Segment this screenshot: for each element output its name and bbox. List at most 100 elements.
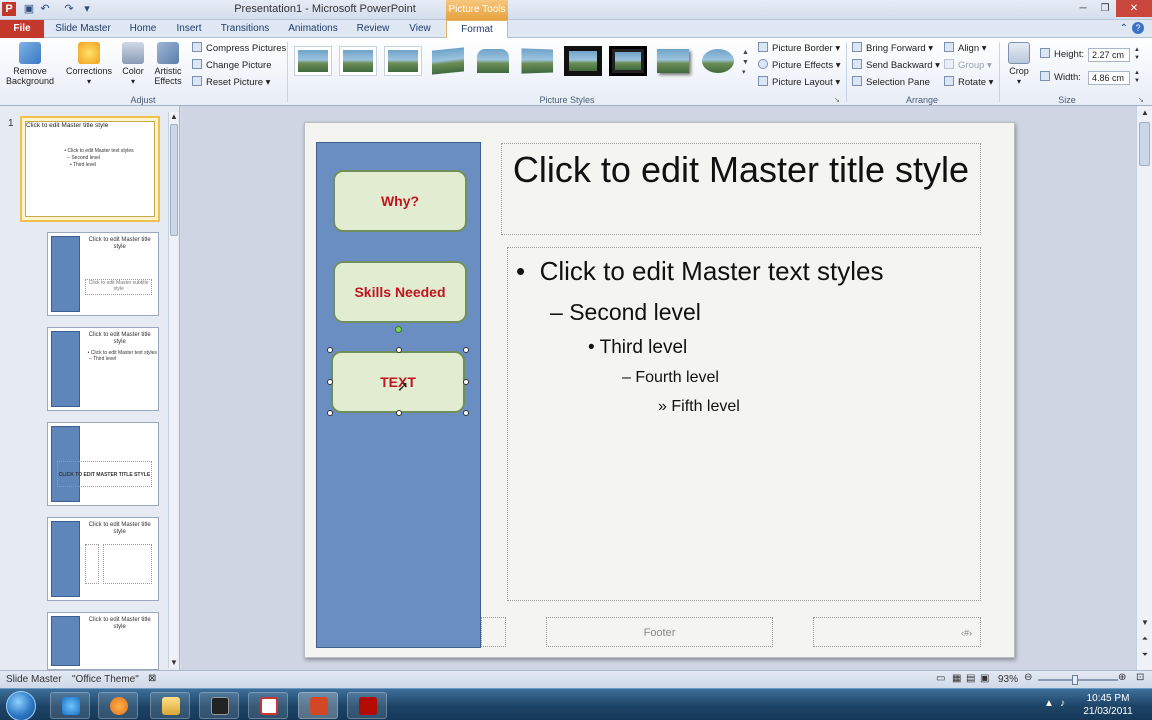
title-placeholder[interactable]: Click to edit Master title style <box>501 143 981 235</box>
zoom-slider-thumb[interactable] <box>1072 675 1078 685</box>
start-button-icon[interactable] <box>6 691 36 720</box>
thumbnail-layout-3[interactable]: Click to edit Master title style • Click… <box>47 327 159 411</box>
taskbar-explorer[interactable] <box>150 692 190 719</box>
remove-background-button[interactable]: Remove Background <box>4 42 56 86</box>
close-icon[interactable]: ✕ <box>1116 0 1152 17</box>
normal-view-icon[interactable]: ▭ <box>936 673 945 684</box>
thumbnail-layout-2[interactable]: Click to edit Master title style Click t… <box>47 232 159 316</box>
tab-transitions[interactable]: Transitions <box>214 20 276 38</box>
picture-layout-button[interactable]: Picture Layout ▾ <box>758 76 840 90</box>
rotate-button[interactable]: Rotate ▾ <box>944 76 993 90</box>
body-placeholder[interactable]: • Click to edit Master text styles – Sec… <box>507 247 981 601</box>
picture-style-8[interactable] <box>609 46 647 76</box>
thumbnail-layout-5[interactable]: Click to edit Master title style <box>47 517 159 601</box>
reset-picture-button[interactable]: Reset Picture ▾ <box>192 76 270 90</box>
resize-handle[interactable] <box>396 347 402 353</box>
group-button[interactable]: Group ▾ <box>944 59 992 73</box>
taskbar-app-mr[interactable] <box>199 692 239 719</box>
minimize-icon[interactable]: ─ <box>1072 0 1094 17</box>
scroll-down-icon[interactable]: ▼ <box>1137 618 1152 627</box>
compress-pictures-button[interactable]: Compress Pictures <box>192 42 286 56</box>
slide-sorter-icon[interactable]: ▦ <box>952 673 961 684</box>
nav-box-skills-needed[interactable]: Skills Needed <box>333 261 467 323</box>
picture-border-button[interactable]: Picture Border ▾ <box>758 42 840 56</box>
canvas-scrollbar[interactable]: ▲ ▼ ⏶ ⏷ <box>1136 106 1152 670</box>
thumbnail-scrollbar[interactable]: ▲ ▼ <box>168 112 178 668</box>
zoom-out-icon[interactable]: ⊖ <box>1024 672 1032 683</box>
tab-file[interactable]: File <box>0 20 44 38</box>
page-number-placeholder[interactable]: ‹#› <box>813 617 981 647</box>
taskbar-clock[interactable]: 10:45 PM 21/03/2011 <box>1078 692 1138 718</box>
resize-handle[interactable] <box>327 379 333 385</box>
rotation-handle[interactable] <box>395 326 402 333</box>
resize-handle[interactable] <box>463 347 469 353</box>
picture-style-9[interactable] <box>654 46 692 76</box>
resize-handle[interactable] <box>327 410 333 416</box>
color-button[interactable]: Color ▾ <box>118 42 148 87</box>
tab-review[interactable]: Review <box>350 20 396 38</box>
scroll-down-icon[interactable]: ▼ <box>169 658 179 667</box>
picture-style-2[interactable] <box>339 46 377 76</box>
next-slide-icon[interactable]: ⏷ <box>1137 650 1152 660</box>
picture-style-3[interactable] <box>384 46 422 76</box>
resize-handle[interactable] <box>396 410 402 416</box>
width-input[interactable]: 4.86 cm <box>1088 71 1130 85</box>
send-backward-button[interactable]: Send Backward ▾ <box>852 59 940 73</box>
spell-check-icon[interactable]: ⊠ <box>148 673 156 684</box>
zoom-in-icon[interactable]: ⊕ <box>1118 672 1126 683</box>
tab-slide-master[interactable]: Slide Master <box>50 20 116 38</box>
scroll-up-icon[interactable]: ▲ <box>1137 108 1152 117</box>
picture-style-4[interactable] <box>429 46 467 76</box>
footer-placeholder[interactable]: Footer <box>546 617 773 647</box>
picture-style-10[interactable] <box>699 46 737 76</box>
bring-forward-button[interactable]: Bring Forward ▾ <box>852 42 933 56</box>
width-spinner-icon[interactable]: ▲ ▼ <box>1134 69 1140 85</box>
change-picture-button[interactable]: Change Picture <box>192 59 271 73</box>
tab-insert[interactable]: Insert <box>170 20 208 38</box>
restore-icon[interactable]: ❐ <box>1094 0 1116 17</box>
zoom-level[interactable]: 93% <box>998 674 1018 685</box>
tab-home[interactable]: Home <box>124 20 162 38</box>
picture-style-1[interactable] <box>294 46 332 76</box>
taskbar-internet-explorer[interactable] <box>50 692 90 719</box>
reading-view-icon[interactable]: ▤ <box>966 673 975 684</box>
zoom-slider[interactable] <box>1038 675 1118 685</box>
height-input[interactable]: 2.27 cm <box>1088 48 1130 62</box>
taskbar-media-player[interactable] <box>98 692 138 719</box>
collapse-ribbon-icon[interactable]: ⌃ <box>1120 23 1128 34</box>
dialog-launcher-icon[interactable]: ↘ <box>834 96 840 104</box>
crop-button[interactable]: Crop ▾ <box>1004 42 1034 87</box>
thumbnail-master[interactable]: Click to edit Master title style • Click… <box>20 116 160 222</box>
picture-style-6[interactable] <box>519 46 557 76</box>
scroll-up-icon[interactable]: ▲ <box>169 112 179 121</box>
align-button[interactable]: Align ▾ <box>944 42 987 56</box>
tab-view[interactable]: View <box>400 20 440 38</box>
selection-pane-button[interactable]: Selection Pane <box>852 76 930 90</box>
taskbar-gmail[interactable] <box>248 692 288 719</box>
resize-handle[interactable] <box>327 347 333 353</box>
picture-effects-button[interactable]: Picture Effects ▾ <box>758 59 841 73</box>
taskbar-acrobat[interactable] <box>347 692 387 719</box>
tab-format[interactable]: Format <box>446 20 508 39</box>
taskbar-powerpoint[interactable] <box>298 692 338 719</box>
slideshow-icon[interactable]: ▣ <box>980 673 989 684</box>
tab-animations[interactable]: Animations <box>282 20 344 38</box>
resize-handle[interactable] <box>463 379 469 385</box>
previous-slide-icon[interactable]: ⏶ <box>1137 634 1152 644</box>
nav-box-why[interactable]: Why? <box>333 170 467 232</box>
thumbnail-layout-6[interactable]: Click to edit Master title style <box>47 612 159 670</box>
help-icon[interactable]: ? <box>1132 22 1144 34</box>
thumbnail-layout-4[interactable]: CLICK TO EDIT MASTER TITLE STYLE <box>47 422 159 506</box>
tray-network-icon[interactable]: ▲ <box>1044 698 1054 709</box>
tray-volume-icon[interactable]: ♪ <box>1060 698 1065 709</box>
picture-style-5[interactable] <box>474 46 512 76</box>
picture-style-7[interactable] <box>564 46 602 76</box>
date-placeholder[interactable] <box>481 617 506 647</box>
corrections-button[interactable]: Corrections ▾ <box>62 42 116 87</box>
gallery-scroll-icon[interactable]: ▲ ▼ ▾ <box>742 48 750 78</box>
height-spinner-icon[interactable]: ▲ ▼ <box>1134 46 1140 62</box>
resize-handle[interactable] <box>463 410 469 416</box>
fit-slide-icon[interactable]: ⊡ <box>1136 672 1144 683</box>
size-dialog-launcher-icon[interactable]: ↘ <box>1138 96 1144 104</box>
artistic-effects-button[interactable]: Artistic Effects <box>150 42 186 86</box>
